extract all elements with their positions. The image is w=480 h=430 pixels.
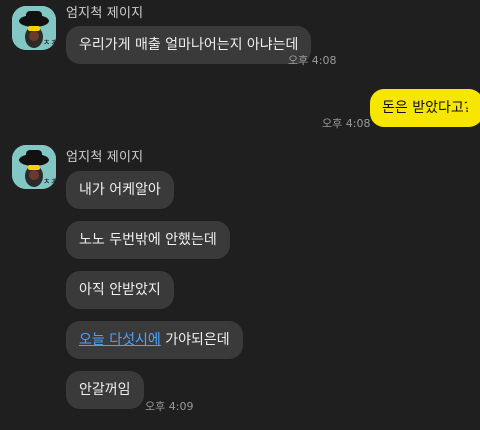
- sender-name: 엄지척 제이지: [66, 150, 144, 165]
- message-bubble[interactable]: 내가 어케알아: [66, 171, 174, 209]
- message-text: 우리가게 매출 얼마나어는지 아냐는데: [79, 37, 299, 53]
- profile-avatar[interactable]: ㅊㅊ: [12, 145, 56, 189]
- message-link[interactable]: 오늘 다섯시에: [79, 332, 161, 348]
- message-text: 안갈꺼임: [79, 382, 131, 398]
- message-bubble[interactable]: 안갈꺼임: [66, 371, 144, 409]
- message-text: 아직 안받았지: [79, 282, 161, 298]
- message-time: 오후 4:08: [288, 54, 337, 67]
- message-time: 오후 4:08: [322, 117, 371, 130]
- sender-name: 엄지척 제이지: [66, 6, 144, 21]
- my-message-bubble[interactable]: 돈은 받았다고?: [370, 89, 480, 127]
- message-text: 가야되은데: [165, 332, 230, 348]
- message-text: 내가 어케알아: [79, 182, 161, 198]
- profile-avatar-icon: ㅊㅊ: [12, 145, 56, 189]
- profile-avatar[interactable]: ㅊㅊ: [12, 6, 56, 50]
- message-bubble[interactable]: 아직 안받았지: [66, 271, 174, 309]
- message-text: 노노 두번밖에 안했는데: [79, 232, 217, 248]
- svg-text:ㅊㅊ: ㅊㅊ: [43, 177, 56, 186]
- message-bubble[interactable]: 노노 두번밖에 안했는데: [66, 221, 230, 259]
- profile-avatar-icon: ㅊㅊ: [12, 6, 56, 50]
- my-bubble-tail: [467, 96, 476, 108]
- message-time: 오후 4:09: [145, 400, 194, 413]
- message-text: 돈은 받았다고?: [382, 100, 472, 116]
- svg-text:ㅊㅊ: ㅊㅊ: [43, 38, 56, 47]
- message-bubble[interactable]: 우리가게 매출 얼마나어는지 아냐는데: [66, 26, 312, 64]
- message-bubble[interactable]: 오늘 다섯시에 가야되은데: [66, 321, 243, 359]
